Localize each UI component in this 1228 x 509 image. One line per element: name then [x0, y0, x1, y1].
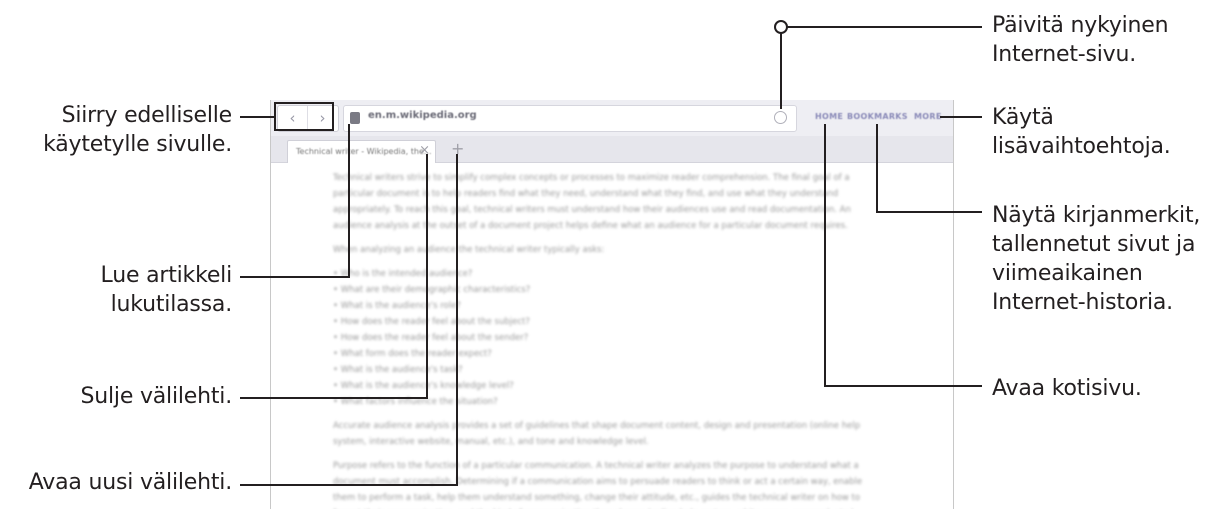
list-item: • What form does the reader expect? [333, 349, 492, 359]
leader-line [877, 211, 982, 213]
callout-reader-mode: Lue artikkeli lukutilassa. [100, 263, 233, 317]
callout-bookmarks: Näytä kirjanmerkit, tallennetut sivut ja… [992, 203, 1201, 315]
list-item: • What is the audience's task? [333, 365, 463, 375]
leader-line [825, 385, 982, 387]
leader-line [240, 276, 349, 278]
callout-previous-page: Siirry edelliselle käytetylle sivulle. [43, 103, 232, 157]
callout-marker [774, 20, 788, 34]
leader-line [348, 124, 350, 278]
address-bar[interactable]: en.m.wikipedia.org [343, 105, 797, 132]
reader-mode-icon[interactable] [350, 112, 360, 124]
leader-line [876, 124, 878, 213]
list-item: • What is the audience's knowledge level… [333, 381, 514, 391]
home-button[interactable]: HOME [815, 112, 843, 121]
close-tab-icon[interactable]: × [419, 143, 430, 158]
list-item: • How does the reader feel about the sub… [333, 317, 530, 327]
leader-line [240, 397, 428, 399]
list-item: • How does the reader feel about the sen… [333, 333, 529, 343]
callout-refresh: Päivitä nykyinen Internet-sivu. [992, 13, 1169, 67]
list-item: • Who is the intended audience? [333, 269, 473, 279]
paragraph: Technical writers strive to simplify com… [333, 173, 851, 231]
tab[interactable]: Technical writer - Wikipedia, the... × [287, 140, 436, 163]
leader-line [780, 33, 782, 109]
browser-screenshot: ‹ › en.m.wikipedia.org HOME BOOKMARKS MO… [270, 100, 954, 509]
reload-icon[interactable] [774, 111, 787, 124]
more-button[interactable]: MORE [914, 112, 942, 121]
list-item: • What is the audience's role? [333, 301, 461, 311]
list-item: • What are their demographic characteris… [333, 285, 531, 295]
callout-home: Avaa kotisivu. [992, 376, 1142, 401]
callout-more-options: Käytä lisävaihtoehtoja. [992, 105, 1171, 159]
paragraph: Accurate audience analysis provides a se… [333, 421, 861, 447]
nav-highlight-box [274, 102, 334, 131]
url-text: en.m.wikipedia.org [368, 110, 477, 121]
leader-line [240, 116, 274, 118]
callout-close-tab: Sulje välilehti. [80, 384, 232, 409]
bookmarks-button[interactable]: BOOKMARKS [847, 112, 908, 121]
leader-line [426, 154, 428, 399]
leader-line [240, 484, 458, 486]
page-content: Technical writers strive to simplify com… [333, 170, 873, 509]
tab-bar: Technical writer - Wikipedia, the... × + [271, 136, 953, 163]
paragraph: When analyzing an audience the technical… [333, 245, 605, 255]
leader-line [824, 124, 826, 387]
callout-new-tab: Avaa uusi välilehti. [28, 470, 232, 495]
leader-line [787, 26, 982, 28]
leader-line [940, 116, 982, 118]
tab-title: Technical writer - Wikipedia, the... [296, 147, 432, 156]
browser-toolbar: ‹ › en.m.wikipedia.org HOME BOOKMARKS MO… [271, 100, 953, 137]
leader-line [456, 154, 458, 486]
